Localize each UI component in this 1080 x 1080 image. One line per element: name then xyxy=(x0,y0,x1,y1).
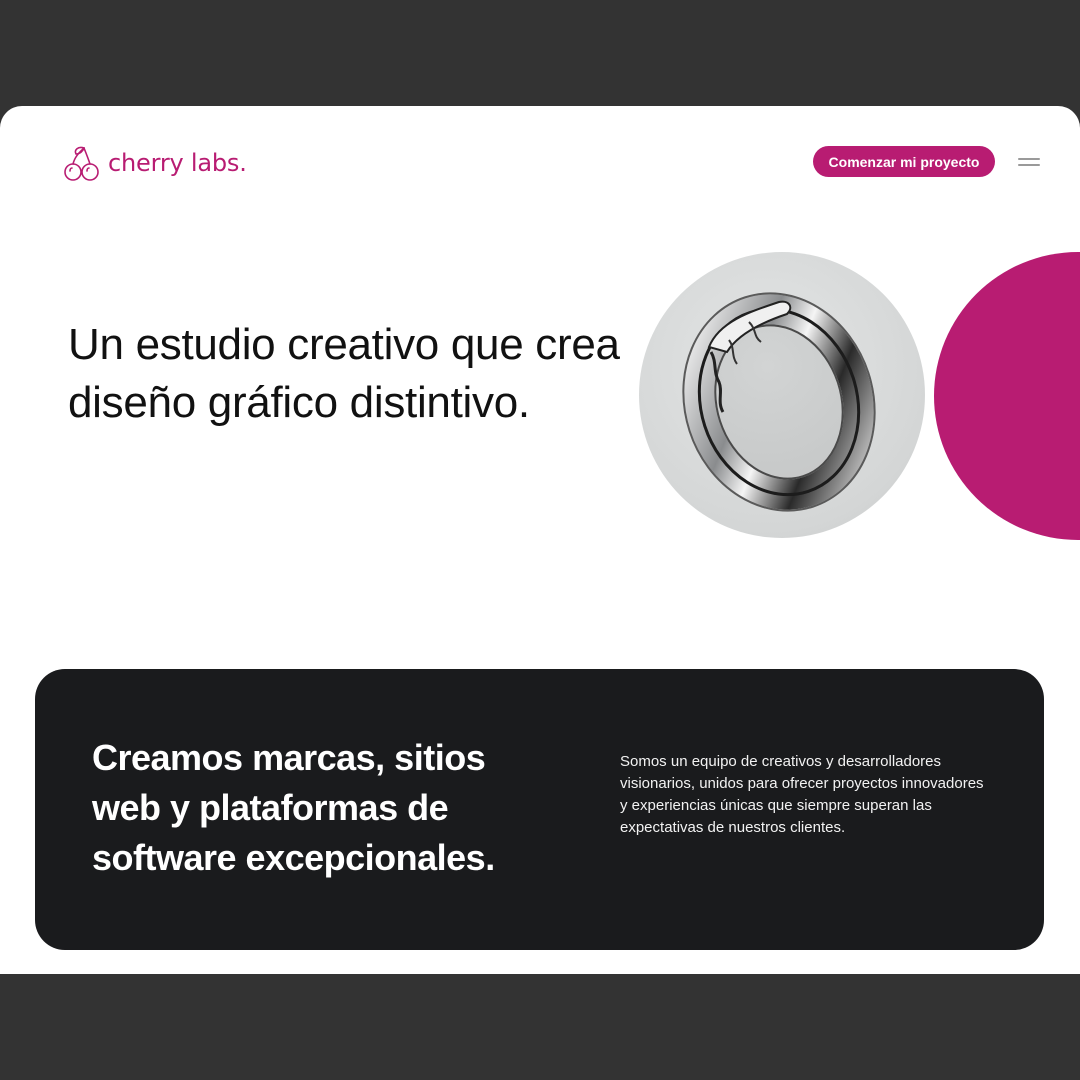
chrome-ring-image xyxy=(639,252,925,538)
card-description: Somos un equipo de creativos y desarroll… xyxy=(620,753,984,836)
logo[interactable]: cherry labs. xyxy=(62,142,247,184)
hamburger-menu-icon[interactable] xyxy=(1016,154,1044,170)
landing-page: cherry labs. Comenzar mi proyecto Un est… xyxy=(0,106,1080,974)
chrome-ring-illustration xyxy=(682,292,876,512)
decorative-pink-circle xyxy=(934,252,1080,540)
logo-text: cherry labs. xyxy=(108,149,247,177)
menu-line xyxy=(1018,158,1040,160)
start-project-button[interactable]: Comenzar mi proyecto xyxy=(813,146,995,177)
menu-line xyxy=(1018,164,1040,166)
cherry-icon xyxy=(64,146,99,181)
site-header: cherry labs. Comenzar mi proyecto xyxy=(0,106,1080,216)
hero-title: Un estudio creativo que crea diseño gráf… xyxy=(68,320,620,427)
card-title: Creamos marcas, sitios web y plataformas… xyxy=(92,737,495,878)
intro-card: Creamos marcas, sitios web y plataformas… xyxy=(35,669,1044,950)
